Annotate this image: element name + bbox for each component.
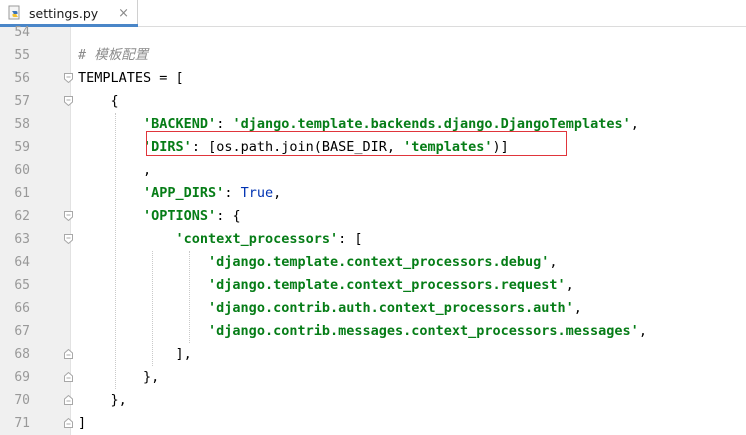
fold-collapse-icon[interactable] [64, 211, 73, 221]
code-text: 'django.template.context_processors.debu… [78, 251, 558, 274]
token-plain: , [565, 277, 574, 293]
code-line-60: 60 , [0, 159, 746, 182]
fold-end-icon[interactable] [64, 418, 73, 428]
code-text: 'django.contrib.messages.context_process… [78, 320, 647, 343]
code-line-57: 57 { [0, 90, 746, 113]
token-str: 'APP_DIRS' [143, 185, 225, 201]
token-plain: , [549, 254, 558, 270]
code-text: 'context_processors': [ [78, 228, 363, 251]
token-plain: , [630, 116, 639, 132]
token-str: 'django.template.backends.django.DjangoT… [232, 116, 631, 132]
close-tab-icon[interactable]: × [118, 7, 129, 20]
line-number: 56 [14, 71, 30, 86]
token-plain: ] [78, 415, 87, 431]
code-text: ], [78, 343, 192, 366]
indent-guide [189, 251, 190, 343]
token-comment: # 模板配置 [78, 47, 149, 63]
token-plain: , [573, 300, 582, 316]
token-plain: : [ [338, 231, 363, 247]
code-line-61: 61 'APP_DIRS': True, [0, 182, 746, 205]
token-str: 'django.contrib.messages.context_process… [208, 323, 639, 339]
line-number: 55 [14, 48, 30, 63]
token-str: 'context_processors' [175, 231, 339, 247]
token-plain: : { [216, 208, 241, 224]
token-plain: }, [78, 369, 160, 385]
code-text: # 模板配置 [78, 44, 148, 67]
line-number: 70 [14, 393, 30, 408]
code-line-66: 66 'django.contrib.auth.context_processo… [0, 297, 746, 320]
line-number: 60 [14, 163, 30, 178]
code-line-63: 63 'context_processors': [ [0, 228, 746, 251]
line-number: 66 [14, 301, 30, 316]
fold-end-icon[interactable] [64, 372, 73, 382]
line-number: 59 [14, 140, 30, 155]
code-line-54: 54 [0, 21, 746, 44]
token-plain: , [638, 323, 647, 339]
token-plain: : [224, 185, 241, 201]
tab-filename: settings.py [29, 5, 99, 21]
line-number: 68 [14, 347, 30, 362]
code-line-70: 70 }, [0, 389, 746, 412]
code-text: TEMPLATES = [ [78, 67, 184, 90]
fold-collapse-icon[interactable] [64, 73, 73, 83]
line-number: 62 [14, 209, 30, 224]
code-text: }, [78, 389, 127, 412]
token-plain: : [216, 116, 233, 132]
line-number: 71 [14, 416, 30, 431]
code-line-71: 71] [0, 412, 746, 435]
code-line-55: 55 # 模板配置 [0, 44, 746, 67]
code-line-65: 65 'django.template.context_processors.r… [0, 274, 746, 297]
fold-collapse-icon[interactable] [64, 96, 73, 106]
token-str: 'BACKEND' [143, 116, 217, 132]
code-line-64: 64 'django.template.context_processors.d… [0, 251, 746, 274]
fold-end-icon[interactable] [64, 395, 73, 405]
code-line-69: 69 }, [0, 366, 746, 389]
indent-guide [152, 251, 153, 366]
line-number: 67 [14, 324, 30, 339]
line-number: 58 [14, 117, 30, 132]
token-plain: ], [78, 346, 192, 362]
code-text: 'OPTIONS': { [78, 205, 241, 228]
code-line-56: 56 TEMPLATES = [ [0, 67, 746, 90]
python-file-icon [7, 5, 23, 21]
code-text: ] [78, 412, 86, 435]
fold-end-icon[interactable] [64, 349, 73, 359]
token-kw: True [240, 185, 274, 201]
indent-guide [115, 113, 116, 389]
code-text: { [78, 90, 119, 113]
token-str: 'django.contrib.auth.context_processors.… [208, 300, 574, 316]
fold-collapse-icon[interactable] [64, 234, 73, 244]
token-plain: { [78, 93, 119, 109]
line-number: 69 [14, 370, 30, 385]
line-number: 57 [14, 94, 30, 109]
token-str: 'django.template.context_processors.requ… [208, 277, 566, 293]
code-line-62: 62 'OPTIONS': { [0, 205, 746, 228]
token-plain: TEMPLATES = [ [78, 70, 184, 86]
token-plain: , [273, 185, 282, 201]
code-text: }, [78, 366, 159, 389]
code-line-67: 67 'django.contrib.messages.context_proc… [0, 320, 746, 343]
line-number: 63 [14, 232, 30, 247]
line-number: 64 [14, 255, 30, 270]
line-number: 61 [14, 186, 30, 201]
code-text: 'django.contrib.auth.context_processors.… [78, 297, 582, 320]
token-str: 'django.template.context_processors.debu… [208, 254, 550, 270]
token-str: 'OPTIONS' [143, 208, 217, 224]
code-line-68: 68 ], [0, 343, 746, 366]
line-number: 65 [14, 278, 30, 293]
dirs-line-highlight-box [146, 131, 567, 156]
line-number: 54 [14, 25, 30, 40]
token-plain: }, [78, 392, 127, 408]
code-text: 'APP_DIRS': True, [78, 182, 281, 205]
